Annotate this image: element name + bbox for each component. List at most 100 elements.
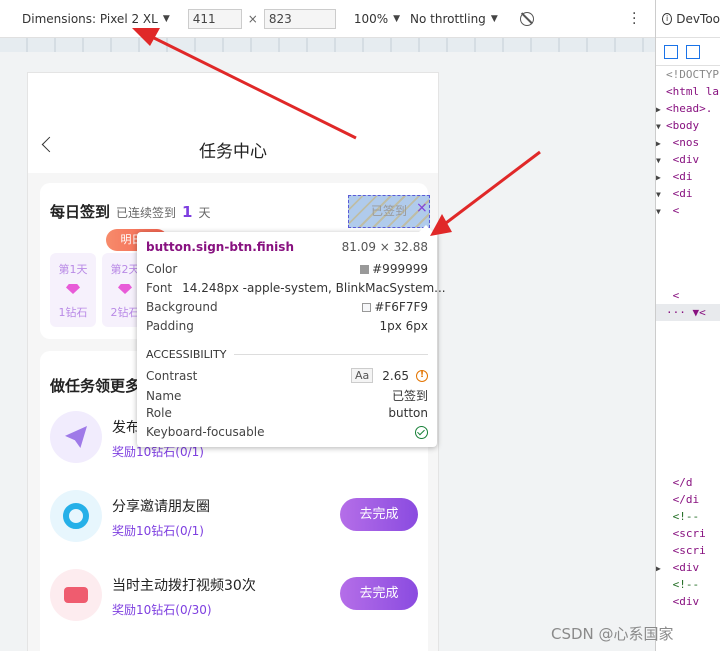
dom-node-text: </di <box>666 493 700 506</box>
dom-tree-line[interactable]: ··· ▼< <box>656 304 720 321</box>
element-selector: button.sign-btn.finish <box>146 240 294 254</box>
name-value: 已签到 <box>391 389 428 403</box>
font-label: Font <box>146 281 173 295</box>
dom-node-text: <body <box>666 119 700 132</box>
dom-node-text: <scri <box>666 527 706 540</box>
expand-toggle-icon[interactable]: ▼ <box>656 186 666 202</box>
dom-node-text: <di <box>666 187 693 200</box>
height-input[interactable]: 823 <box>263 8 336 29</box>
dom-tree-line[interactable]: < <box>656 287 720 304</box>
dom-tree-line[interactable]: </d <box>656 474 720 491</box>
task-name: 发布 <box>112 420 140 436</box>
rotate-button[interactable] <box>519 11 534 26</box>
expand-toggle-icon[interactable]: ▶ <box>656 135 666 151</box>
device-toolbar: Dimensions: Pixel 2 XL ▼ 411 × 823 100% … <box>0 0 655 38</box>
throttling-dropdown[interactable]: No throttling ▼ <box>410 12 498 26</box>
warning-icon: ! <box>416 369 428 382</box>
expand-toggle-icon[interactable]: ▶ <box>656 169 666 185</box>
expand-toggle-icon[interactable]: ▼ <box>656 152 666 168</box>
dom-tree-line[interactable]: ▼ <body <box>656 117 720 134</box>
accessibility-title: ACCESSIBILITY <box>146 348 227 361</box>
dom-node-text: <div <box>666 561 700 574</box>
status-area <box>28 73 438 125</box>
dom-tree-line[interactable]: <div <box>656 593 720 610</box>
dom-tree-line[interactable] <box>656 406 720 423</box>
dom-tree-line[interactable]: ▶ <nos <box>656 134 720 151</box>
dom-tree-line[interactable] <box>656 321 720 338</box>
name-label: Name <box>146 388 182 403</box>
dom-tree-line[interactable]: ▶ <div <box>656 559 720 576</box>
dom-tree-line[interactable] <box>656 219 720 236</box>
dom-tree-line[interactable]: <scri <box>656 542 720 559</box>
expand-toggle-icon[interactable]: ▶ <box>656 101 666 117</box>
day-label: 第1天 <box>58 263 88 276</box>
zoom-dropdown[interactable]: 100% ▼ <box>354 12 400 26</box>
dom-tree-line[interactable] <box>656 372 720 389</box>
dom-tree-line[interactable]: ▶ <head>. <box>656 100 720 117</box>
dom-tree-line[interactable] <box>656 253 720 270</box>
inspect-element-icon[interactable] <box>664 44 678 59</box>
task-reward: 奖励10钻石(0/1) <box>112 524 204 538</box>
paper-plane-icon <box>50 411 102 463</box>
expand-toggle-icon[interactable]: ▼ <box>656 118 666 134</box>
dom-tree-line[interactable] <box>656 440 720 457</box>
back-icon[interactable] <box>41 136 58 153</box>
accessibility-heading: ACCESSIBILITY <box>146 348 428 361</box>
diamond-icon <box>118 284 132 294</box>
contrast-sample: Aa <box>351 368 374 383</box>
chevron-down-icon: ▼ <box>393 13 401 24</box>
dom-tree-line[interactable]: <scri <box>656 525 720 542</box>
dom-tree-line[interactable] <box>656 423 720 440</box>
video-call-icon <box>50 569 102 621</box>
task-complete-button[interactable]: 去完成 <box>340 577 418 610</box>
chevron-down-icon: ▼ <box>490 13 498 24</box>
expand-toggle-icon[interactable]: ▼ <box>656 203 666 219</box>
devtools-toolbar <box>656 38 720 66</box>
device-dropdown[interactable]: Dimensions: Pixel 2 XL ▼ <box>22 12 170 26</box>
dom-tree-line[interactable]: <!-- <box>656 508 720 525</box>
dom-tree-line[interactable]: ▶ <di <box>656 168 720 185</box>
dom-tree-line[interactable]: ▼ <di <box>656 185 720 202</box>
task-row: 分享邀请朋友圈 奖励10钻石(0/1) 去完成 <box>50 490 418 546</box>
dom-tree-line[interactable]: ▼ < <box>656 202 720 219</box>
watermark: CSDN @心系国家 <box>551 625 674 643</box>
more-options-icon[interactable]: · · · <box>632 7 636 31</box>
dom-node-text: <scri <box>666 544 706 557</box>
expand-toggle-icon[interactable]: ▶ <box>656 560 666 576</box>
dom-tree-line[interactable]: <!-- <box>656 576 720 593</box>
sign-title: 每日签到 <box>50 203 111 221</box>
dom-tree-line[interactable]: ▼ <div <box>656 151 720 168</box>
dom-tree-line[interactable]: </di <box>656 491 720 508</box>
width-input[interactable]: 411 <box>187 8 242 29</box>
device-toggle-icon[interactable] <box>686 44 700 59</box>
task-name: 分享邀请朋友圈 <box>112 499 210 515</box>
dom-tree-line[interactable] <box>656 457 720 474</box>
task-reward: 奖励10钻石(0/30) <box>112 603 212 617</box>
task-complete-button[interactable]: 去完成 <box>340 498 418 531</box>
dom-node-text: <nos <box>666 136 700 149</box>
background-swatch <box>362 302 372 312</box>
font-value: 14.248px -apple-system, BlinkMacSystem..… <box>182 281 446 295</box>
dom-tree-line[interactable] <box>656 389 720 406</box>
camera-shutter-icon <box>50 490 102 542</box>
devtools-title: DevToo <box>676 11 720 26</box>
dom-tree-line[interactable] <box>656 355 720 372</box>
dom-node-text: <!DOCTYP <box>666 68 719 81</box>
task-row: 当时主动拨打视频30次 奖励10钻石(0/30) 去完成 <box>50 569 418 625</box>
devtools-tab[interactable]: i DevToo <box>656 0 720 38</box>
sign-day-count: 1 <box>182 203 193 221</box>
day-reward: 1钻石 <box>58 306 88 319</box>
dom-tree-line[interactable] <box>656 236 720 253</box>
padding-value: 1px 6px <box>379 319 428 333</box>
dom-node-text: <head>. <box>666 102 713 115</box>
element-dimensions: 81.09 × 32.88 <box>341 240 428 254</box>
role-label: Role <box>146 406 172 420</box>
dom-tree-line[interactable]: <html la <box>656 83 720 100</box>
dom-tree-line[interactable]: <!DOCTYP <box>656 66 720 83</box>
keyboard-label: Keyboard-focusable <box>146 425 265 439</box>
dom-tree-line[interactable] <box>656 270 720 287</box>
dom-tree-line[interactable] <box>656 338 720 355</box>
contrast-label: Contrast <box>146 368 198 383</box>
dom-node-text: <div <box>666 153 700 166</box>
role-value: button <box>388 406 428 420</box>
